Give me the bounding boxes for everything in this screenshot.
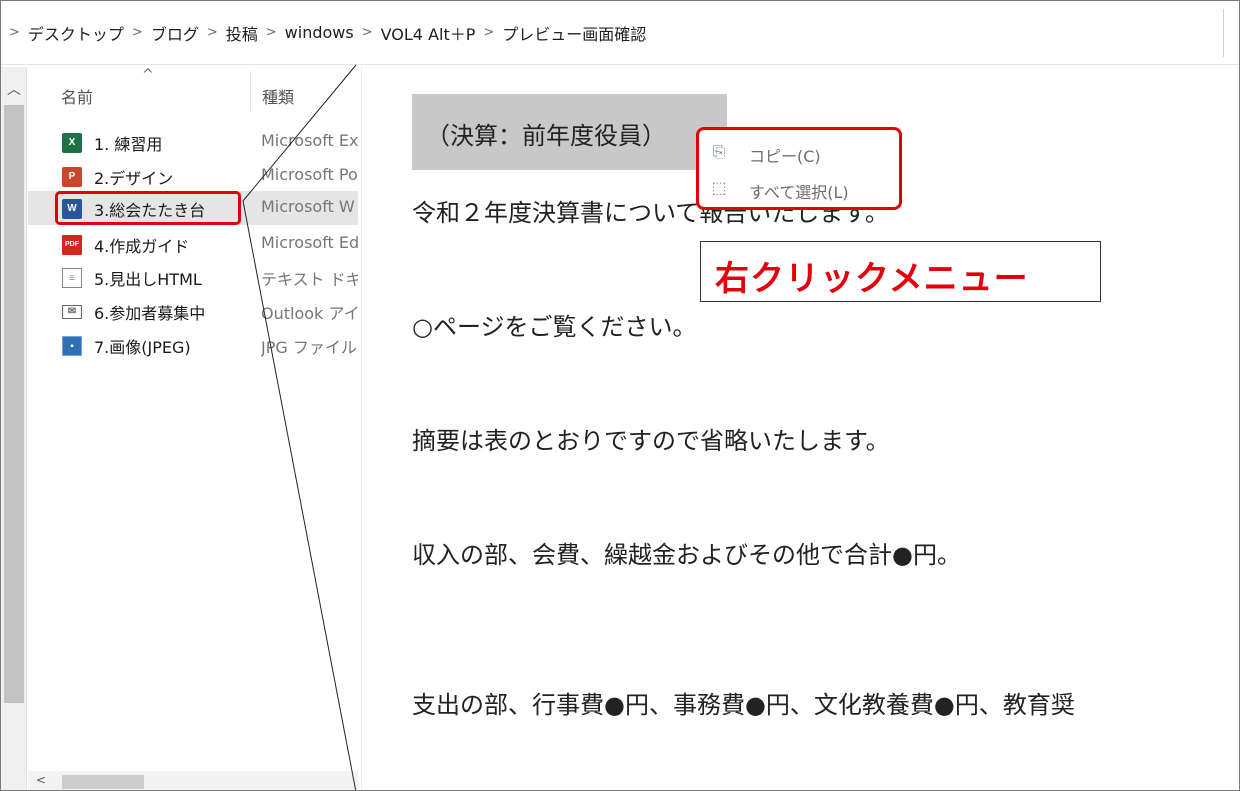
address-bar[interactable]: > デスクトップ > ブログ > 投稿 > windows > VOL4 Alt…: [1, 1, 1239, 65]
file-name: 4.作成ガイド: [94, 237, 190, 256]
column-header-name[interactable]: 名前: [61, 84, 93, 108]
chevron-right-icon[interactable]: >: [362, 25, 373, 40]
file-row[interactable]: ✉ 6.参加者募集中 Outlook アイ: [28, 294, 358, 328]
horizontal-scrollbar-thumb[interactable]: [62, 775, 144, 789]
chevron-right-icon[interactable]: >: [266, 25, 277, 40]
file-type: Microsoft Ex: [261, 131, 358, 150]
file-row[interactable]: P 2.デザイン Microsoft Po: [28, 159, 358, 193]
column-divider[interactable]: [250, 71, 251, 111]
column-header: ^ 名前 種類: [28, 67, 358, 117]
file-type: Microsoft Ed: [261, 233, 358, 252]
sort-ascending-icon: ^: [142, 67, 154, 83]
document-line: 支出の部、行事費●円、事務費●円、文化教養費●円、教育奨: [412, 691, 1075, 719]
column-header-type[interactable]: 種類: [262, 84, 294, 108]
context-menu-label: すべて選択(L): [749, 183, 849, 202]
breadcrumb-preview-check[interactable]: プレビュー画面確認: [502, 21, 646, 45]
document-line: ○ページをご覧ください。: [412, 313, 697, 341]
breadcrumb-blog[interactable]: ブログ: [151, 21, 199, 45]
file-type: JPG ファイル: [261, 338, 357, 357]
file-type: Outlook アイ: [261, 304, 358, 323]
select-all-icon: ⬚: [711, 178, 727, 197]
scroll-left-arrow-icon[interactable]: <: [36, 773, 46, 787]
annotation-text: 右クリックメニュー: [715, 259, 1029, 299]
image-icon: ▪: [62, 336, 82, 356]
vertical-scrollbar[interactable]: ︿: [1, 67, 27, 790]
document-heading: （決算：前年度役員）: [412, 94, 727, 170]
file-type: Microsoft W: [261, 197, 355, 216]
chevron-right-icon[interactable]: >: [9, 25, 20, 40]
text-file-icon: ≡: [62, 268, 82, 288]
file-row[interactable]: ▪ 7.画像(JPEG) JPG ファイル: [28, 328, 358, 362]
pdf-icon: PDF: [62, 235, 82, 255]
scroll-up-arrow-icon[interactable]: ︿: [7, 79, 21, 99]
chevron-right-icon[interactable]: >: [207, 25, 218, 40]
mail-icon: ✉: [62, 305, 82, 319]
annotation-callout: 右クリックメニュー: [700, 241, 1101, 302]
file-list-pane: ^ 名前 種類 X 1. 練習用 Microsoft Ex P 2.デザイン M…: [28, 67, 358, 790]
context-menu-select-all[interactable]: ⬚ すべて選択(L): [699, 174, 899, 204]
document-line: 摘要は表のとおりですので省略いたします。: [412, 427, 890, 455]
file-type: テキスト ドキュ: [261, 270, 358, 289]
file-row[interactable]: X 1. 練習用 Microsoft Ex: [28, 125, 358, 159]
file-name: 2.デザイン: [94, 169, 174, 188]
context-menu: ⎘ コピー(C) ⬚ すべて選択(L): [696, 127, 902, 210]
copy-icon: ⎘: [712, 142, 726, 161]
file-row[interactable]: PDF 4.作成ガイド Microsoft Ed: [28, 227, 358, 261]
file-name: 1. 練習用: [94, 135, 163, 154]
breadcrumb-desktop[interactable]: デスクトップ: [28, 21, 124, 45]
selected-file-highlight: [55, 191, 241, 225]
file-row[interactable]: ≡ 5.見出しHTML テキスト ドキュ: [28, 260, 358, 294]
scrollbar-thumb[interactable]: [4, 105, 24, 703]
file-name: 5.見出しHTML: [94, 270, 202, 289]
chevron-right-icon[interactable]: >: [483, 25, 494, 40]
document-line: 収入の部、会費、繰越金およびその他で合計●円。: [412, 541, 961, 569]
chevron-right-icon[interactable]: >: [132, 25, 143, 40]
explorer-window: > デスクトップ > ブログ > 投稿 > windows > VOL4 Alt…: [0, 0, 1240, 791]
context-menu-label: コピー(C): [749, 147, 821, 166]
excel-icon: X: [62, 133, 82, 153]
breadcrumb-posts[interactable]: 投稿: [226, 21, 258, 45]
horizontal-scrollbar[interactable]: <: [28, 771, 358, 790]
file-type: Microsoft Po: [261, 165, 358, 184]
powerpoint-icon: P: [62, 167, 82, 187]
breadcrumb-vol4[interactable]: VOL4 Alt＋P: [381, 21, 476, 45]
file-name: 7.画像(JPEG): [94, 338, 191, 357]
context-menu-copy[interactable]: ⎘ コピー(C): [699, 138, 899, 168]
address-bar-end: [1223, 9, 1239, 57]
file-name: 6.参加者募集中: [94, 304, 206, 323]
breadcrumb-windows[interactable]: windows: [285, 23, 354, 42]
